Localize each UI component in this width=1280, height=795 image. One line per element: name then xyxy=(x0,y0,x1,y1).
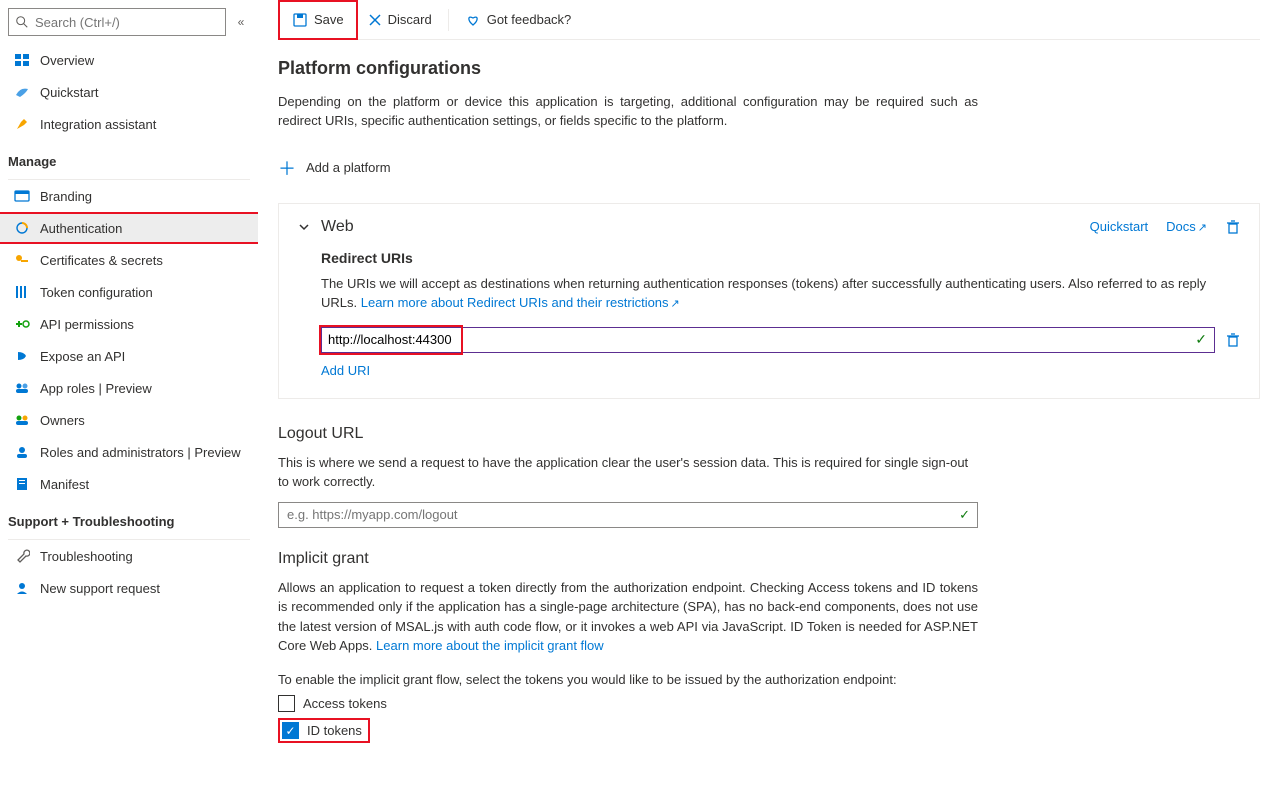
plus-icon: ＋ xyxy=(278,155,296,181)
search-icon xyxy=(15,15,29,29)
quickstart-link[interactable]: Quickstart xyxy=(1090,219,1149,234)
page-title: Platform configurations xyxy=(278,58,1260,79)
search-input-container[interactable] xyxy=(8,8,226,36)
redirect-uris-title: Redirect URIs xyxy=(321,250,1241,266)
branding-icon xyxy=(14,188,30,204)
id-tokens-label: ID tokens xyxy=(307,723,362,738)
search-input[interactable] xyxy=(35,15,219,30)
id-tokens-checkbox[interactable]: ✓ xyxy=(282,722,299,739)
check-icon: ✓ xyxy=(959,507,970,523)
implicit-learn-more-link[interactable]: Learn more about the implicit grant flow xyxy=(376,638,604,653)
feedback-label: Got feedback? xyxy=(487,12,572,27)
close-icon xyxy=(368,13,382,27)
owners-icon xyxy=(14,412,30,428)
implicit-grant-section: Implicit grant Allows an application to … xyxy=(278,550,1260,744)
sidebar-item-label: API permissions xyxy=(40,317,134,332)
sidebar-item-app-roles[interactable]: App roles | Preview xyxy=(0,372,258,404)
implicit-title: Implicit grant xyxy=(278,550,1260,568)
roles-icon xyxy=(14,380,30,396)
sidebar-item-authentication[interactable]: Authentication xyxy=(0,212,258,244)
save-button[interactable]: Save xyxy=(282,4,354,36)
sidebar-item-api-permissions[interactable]: API permissions xyxy=(0,308,258,340)
sidebar-item-overview[interactable]: Overview xyxy=(0,44,258,76)
sidebar-item-label: Certificates & secrets xyxy=(40,253,163,268)
sidebar-item-branding[interactable]: Branding xyxy=(0,180,258,212)
sidebar-item-quickstart[interactable]: Quickstart xyxy=(0,76,258,108)
delete-uri-button[interactable] xyxy=(1225,332,1241,348)
redirect-uris-desc: The URIs we will accept as destinations … xyxy=(321,274,1241,313)
rocket-icon xyxy=(14,116,30,132)
sidebar-item-label: Quickstart xyxy=(40,85,99,100)
discard-button[interactable]: Discard xyxy=(358,4,442,36)
access-tokens-checkbox[interactable] xyxy=(278,695,295,712)
save-label: Save xyxy=(314,12,344,27)
logout-url-section: Logout URL This is where we send a reque… xyxy=(278,425,1260,528)
quickstart-icon xyxy=(14,84,30,100)
token-icon xyxy=(14,284,30,300)
sidebar-item-label: Roles and administrators | Preview xyxy=(40,445,241,460)
logout-url-input[interactable] xyxy=(278,502,978,528)
sidebar-item-label: Integration assistant xyxy=(40,117,156,132)
platform-title: Web xyxy=(321,218,354,236)
section-head-support: Support + Troubleshooting xyxy=(0,500,258,535)
sidebar-item-label: New support request xyxy=(40,581,160,596)
sidebar-item-label: Overview xyxy=(40,53,94,68)
sidebar-item-label: Branding xyxy=(40,189,92,204)
redirect-learn-more-link[interactable]: Learn more about Redirect URIs and their… xyxy=(361,295,680,310)
sidebar-item-label: Manifest xyxy=(40,477,89,492)
overview-icon xyxy=(14,52,30,68)
heart-icon xyxy=(465,13,481,27)
feedback-button[interactable]: Got feedback? xyxy=(455,4,582,36)
manifest-icon xyxy=(14,476,30,492)
sidebar-item-certificates[interactable]: Certificates & secrets xyxy=(0,244,258,276)
external-link-icon: ↗ xyxy=(1198,222,1207,234)
add-platform-button[interactable]: ＋ Add a platform xyxy=(278,155,391,181)
access-tokens-label: Access tokens xyxy=(303,696,387,711)
auth-icon xyxy=(14,220,30,236)
sidebar-item-manifest[interactable]: Manifest xyxy=(0,468,258,500)
sidebar-item-roles-admins[interactable]: Roles and administrators | Preview xyxy=(0,436,258,468)
wrench-icon xyxy=(14,548,30,564)
logout-title: Logout URL xyxy=(278,425,1260,443)
add-platform-label: Add a platform xyxy=(306,160,391,175)
sidebar-item-integration-assistant[interactable]: Integration assistant xyxy=(0,108,258,140)
implicit-enable-text: To enable the implicit grant flow, selec… xyxy=(278,670,978,690)
key-icon xyxy=(14,252,30,268)
sidebar-item-label: Troubleshooting xyxy=(40,549,133,564)
sidebar-collapse-button[interactable]: « xyxy=(232,15,250,29)
external-link-icon: ↗ xyxy=(671,298,680,310)
sidebar-item-new-support-request[interactable]: New support request xyxy=(0,572,258,604)
logout-desc: This is where we send a request to have … xyxy=(278,453,978,492)
sidebar-item-troubleshooting[interactable]: Troubleshooting xyxy=(0,540,258,572)
chevron-down-icon[interactable] xyxy=(297,220,311,234)
save-icon xyxy=(292,12,308,28)
page-intro: Depending on the platform or device this… xyxy=(278,93,978,131)
sidebar-item-label: Expose an API xyxy=(40,349,125,364)
add-uri-button[interactable]: Add URI xyxy=(321,363,370,378)
sidebar-item-label: Owners xyxy=(40,413,85,428)
discard-label: Discard xyxy=(388,12,432,27)
docs-link[interactable]: Docs↗ xyxy=(1166,219,1207,234)
delete-platform-button[interactable] xyxy=(1225,219,1241,235)
sidebar-item-label: Token configuration xyxy=(40,285,153,300)
expose-icon xyxy=(14,348,30,364)
platform-card-web: Web Quickstart Docs↗ Redirect URIs The U… xyxy=(278,203,1260,399)
sidebar-item-label: Authentication xyxy=(40,221,122,236)
sidebar-item-label: App roles | Preview xyxy=(40,381,152,396)
sidebar-item-owners[interactable]: Owners xyxy=(0,404,258,436)
api-perm-icon xyxy=(14,316,30,332)
sidebar-item-token-configuration[interactable]: Token configuration xyxy=(0,276,258,308)
sidebar-item-expose-api[interactable]: Expose an API xyxy=(0,340,258,372)
admins-icon xyxy=(14,444,30,460)
support-icon xyxy=(14,580,30,596)
check-icon: ✓ xyxy=(1195,331,1207,348)
command-bar: Save Discard Got feedback? xyxy=(278,0,1260,40)
section-head-manage: Manage xyxy=(0,140,258,175)
redirect-uri-input[interactable] xyxy=(321,327,1215,353)
